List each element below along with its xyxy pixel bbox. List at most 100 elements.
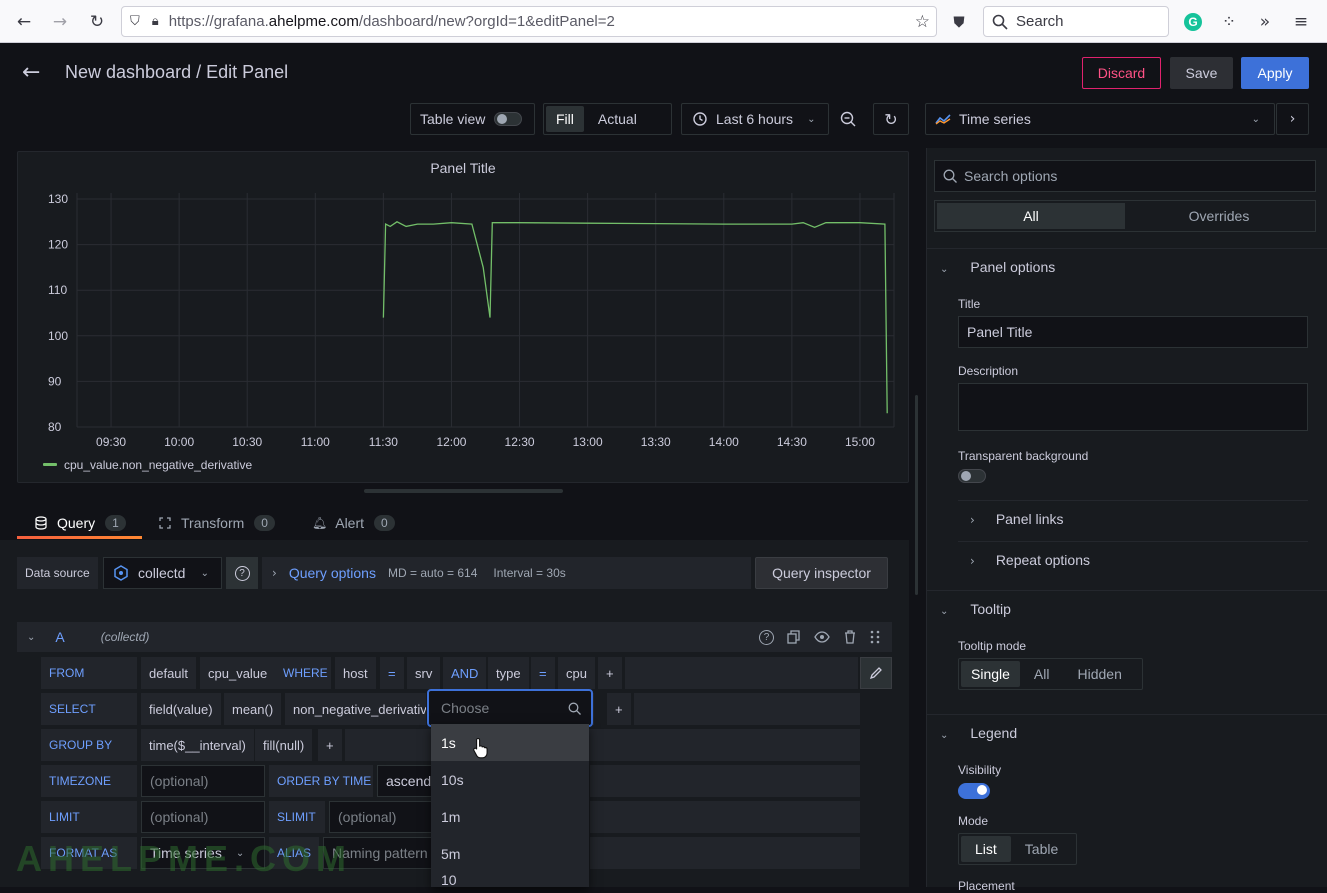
panel-links-title: Panel links bbox=[995, 511, 1064, 527]
viz-type-picker[interactable]: Time series ⌄ bbox=[925, 103, 1275, 135]
legend-series-label: cpu_value.non_negative_derivative bbox=[64, 458, 252, 472]
options-search-input[interactable]: Search options bbox=[934, 160, 1316, 192]
where-value-cpu[interactable]: cpu bbox=[558, 657, 595, 689]
tooltip-section[interactable]: ⌄ Tooltip bbox=[940, 601, 1011, 617]
where-operator[interactable]: = bbox=[380, 657, 404, 689]
actual-option[interactable]: Actual bbox=[584, 111, 651, 127]
url-bar[interactable]: ⛉ 🔒︎ https://grafana.ahelpme.com/dashboa… bbox=[121, 6, 937, 37]
x-tick-label: 11:30 bbox=[369, 435, 398, 449]
transparent-background-switch[interactable] bbox=[958, 469, 986, 483]
back-arrow-icon[interactable]: ← bbox=[22, 60, 48, 86]
toggle-raw-query-button[interactable] bbox=[860, 657, 892, 689]
chevron-down-icon: ⌄ bbox=[1251, 113, 1260, 125]
where-operator[interactable]: = bbox=[531, 657, 555, 689]
bookmark-star-icon[interactable]: ☆ bbox=[915, 12, 930, 32]
dropdown-option-10s[interactable]: 10s bbox=[431, 761, 589, 798]
query-inspector-button[interactable]: Query inspector bbox=[755, 557, 888, 589]
overrides-tab[interactable]: Overrides bbox=[1125, 203, 1313, 229]
dropdown-option-10[interactable]: 10 bbox=[431, 872, 589, 887]
tooltip-mode-radio: Single All Hidden bbox=[958, 658, 1143, 690]
query-row-header[interactable]: ⌄ A (collectd) ? bbox=[17, 622, 892, 652]
add-select-button[interactable]: + bbox=[607, 693, 631, 725]
from-policy-segment[interactable]: default bbox=[141, 657, 197, 689]
legend-section[interactable]: ⌄ Legend bbox=[940, 725, 1017, 741]
eye-icon[interactable] bbox=[814, 631, 830, 643]
y-tick-label: 90 bbox=[48, 374, 62, 388]
forward-arrow-icon[interactable]: → bbox=[48, 10, 72, 34]
grammarly-icon[interactable]: G bbox=[1181, 10, 1205, 34]
pocket-icon[interactable]: ⛊ bbox=[947, 10, 971, 34]
dropdown-option-5m[interactable]: 5m bbox=[431, 835, 589, 872]
panel-title-input[interactable]: Panel Title bbox=[958, 316, 1308, 348]
table-view-toggle[interactable]: Table view bbox=[410, 103, 535, 135]
duplicate-icon[interactable] bbox=[787, 630, 801, 644]
where-key-type[interactable]: type bbox=[488, 657, 529, 689]
tooltip-mode-all[interactable]: All bbox=[1020, 661, 1064, 687]
dropdown-option-1m[interactable]: 1m bbox=[431, 798, 589, 835]
select-field-segment[interactable]: field(value) bbox=[141, 693, 221, 725]
dropdown-option-1s[interactable]: 1s bbox=[431, 724, 589, 761]
row-filler bbox=[345, 729, 860, 761]
repeat-options-section[interactable]: › Repeat options bbox=[970, 552, 1090, 568]
back-arrow-icon[interactable]: ← bbox=[12, 10, 36, 34]
collapse-options-button[interactable]: › bbox=[1276, 103, 1309, 135]
description-textarea[interactable] bbox=[958, 383, 1308, 431]
data-source-help-button[interactable]: ? bbox=[226, 557, 258, 589]
from-measurement-segment[interactable]: cpu_value bbox=[200, 657, 276, 689]
overflow-chevrons-icon[interactable]: » bbox=[1253, 10, 1277, 34]
tooltip-mode-single[interactable]: Single bbox=[961, 661, 1020, 687]
options-scrollbar[interactable] bbox=[1322, 148, 1325, 887]
where-key-host[interactable]: host bbox=[335, 657, 376, 689]
fill-option[interactable]: Fill bbox=[546, 106, 584, 132]
repeat-options-title: Repeat options bbox=[995, 552, 1090, 568]
tab-query[interactable]: Query 1 bbox=[17, 506, 126, 540]
hamburger-menu-icon[interactable]: ≡ bbox=[1289, 10, 1313, 34]
select-nnd-segment[interactable]: non_negative_derivative bbox=[285, 693, 426, 725]
trash-icon[interactable] bbox=[844, 630, 856, 644]
zoom-out-button[interactable] bbox=[832, 103, 864, 135]
data-source-picker[interactable]: collectd ⌄ bbox=[103, 557, 222, 589]
legend-mode-table[interactable]: Table bbox=[1011, 836, 1074, 862]
function-search-input[interactable]: Choose bbox=[427, 689, 593, 727]
legend-visibility-switch[interactable] bbox=[958, 783, 990, 799]
apply-button[interactable]: Apply bbox=[1241, 57, 1309, 89]
browser-search-input[interactable]: Search bbox=[983, 6, 1169, 37]
where-value-srv[interactable]: srv bbox=[407, 657, 441, 689]
page-title: New dashboard / Edit Panel bbox=[65, 62, 289, 82]
panel-options-section[interactable]: ⌄ Panel options bbox=[940, 259, 1055, 275]
group-by-time-segment[interactable]: time($__interval) bbox=[141, 729, 254, 761]
reload-icon[interactable]: ↻ bbox=[85, 10, 109, 34]
drag-handle-icon[interactable] bbox=[870, 630, 880, 644]
timezone-input[interactable]: (optional) bbox=[141, 765, 265, 797]
slimit-label: SLIMIT bbox=[269, 801, 325, 833]
select-mean-segment[interactable]: mean() bbox=[224, 693, 282, 725]
chevron-down-icon: ⌄ bbox=[940, 264, 949, 275]
order-by-select[interactable]: ascend bbox=[377, 765, 437, 797]
time-picker-button[interactable]: Last 6 hours ⌄ bbox=[681, 103, 829, 135]
time-series-chart: 130 120 110 100 90 80 09:30 10:00 10:30 11:00 11:3… bbox=[43, 192, 895, 472]
save-button[interactable]: Save bbox=[1170, 57, 1233, 89]
limit-input[interactable]: (optional) bbox=[141, 801, 265, 833]
all-options-tab[interactable]: All bbox=[937, 203, 1125, 229]
extension-icon[interactable]: ⁘ bbox=[1217, 10, 1241, 34]
add-where-button[interactable]: + bbox=[598, 657, 622, 689]
where-condition-and[interactable]: AND bbox=[443, 657, 487, 689]
table-view-switch[interactable] bbox=[494, 112, 523, 126]
help-icon[interactable]: ? bbox=[759, 629, 774, 645]
add-group-by-button[interactable]: + bbox=[318, 729, 342, 761]
tab-alert[interactable]: 🔔︎ Alert 0 bbox=[312, 506, 395, 540]
query-options-toggle[interactable]: › Query options MD = auto = 614 Interval… bbox=[262, 557, 751, 589]
tab-transform[interactable]: Transform 0 bbox=[158, 506, 275, 540]
refresh-button[interactable]: ↻ bbox=[873, 103, 909, 135]
function-search-placeholder: Choose bbox=[441, 700, 490, 716]
panel-links-section[interactable]: › Panel links bbox=[970, 511, 1064, 527]
fill-actual-radio: Fill Actual bbox=[543, 103, 672, 135]
query-scrollbar[interactable] bbox=[915, 395, 918, 595]
group-by-fill-segment[interactable]: fill(null) bbox=[255, 729, 313, 761]
slimit-input[interactable]: (optional) bbox=[329, 801, 437, 833]
splitter-handle[interactable] bbox=[364, 489, 563, 493]
tooltip-mode-hidden[interactable]: Hidden bbox=[1063, 661, 1139, 687]
query-ref-id[interactable]: A bbox=[55, 629, 64, 645]
legend-mode-list[interactable]: List bbox=[961, 836, 1011, 862]
discard-button[interactable]: Discard bbox=[1082, 57, 1161, 89]
